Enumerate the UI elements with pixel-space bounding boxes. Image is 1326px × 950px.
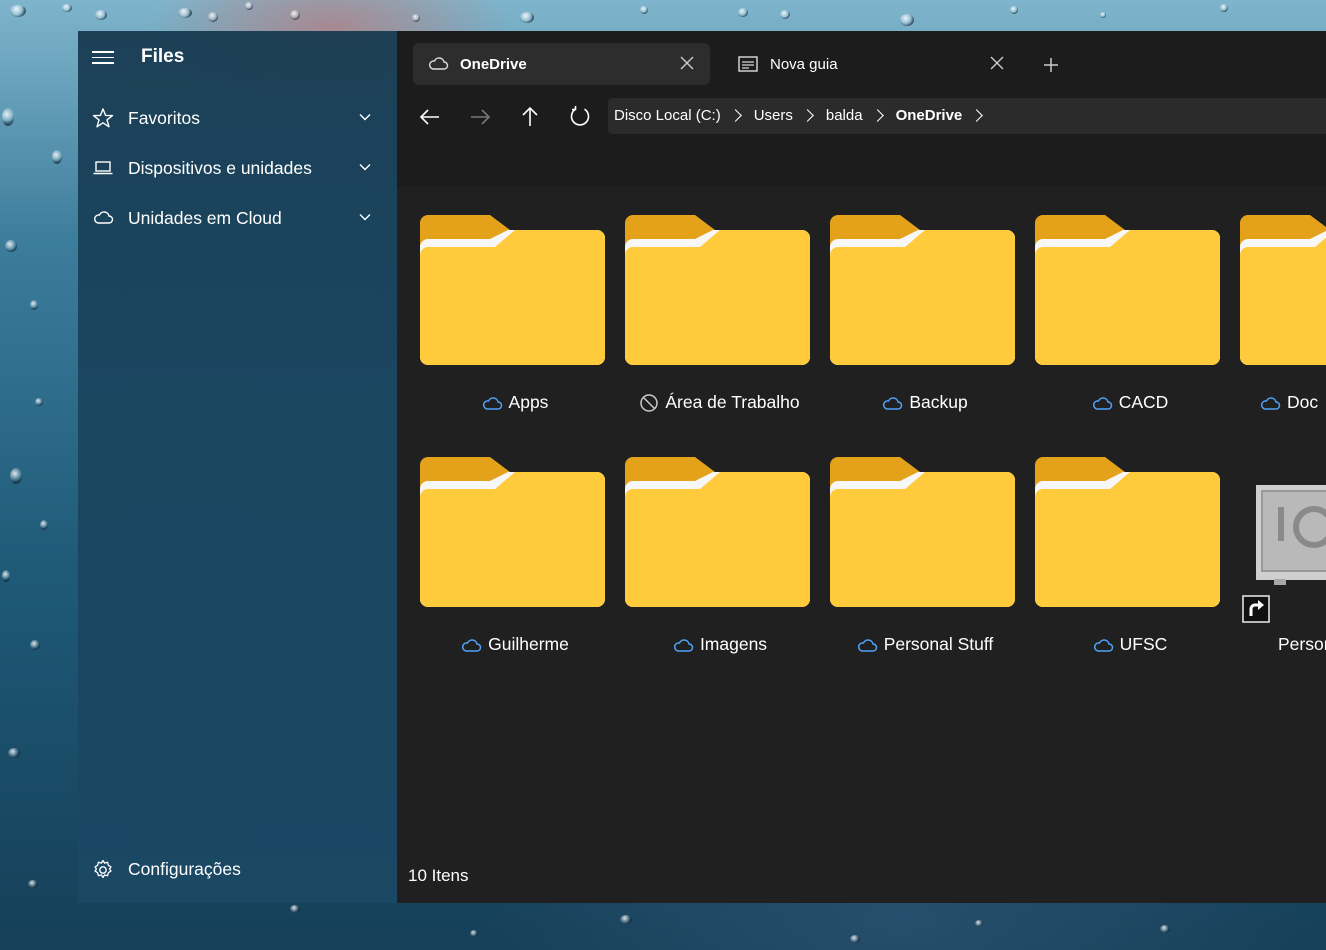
tab-onedrive[interactable]: OneDrive: [413, 43, 710, 85]
folder-item[interactable]: Área de Trabalho: [617, 215, 822, 445]
item-label: Guilherme: [412, 634, 617, 655]
item-label: Doc: [1259, 392, 1326, 413]
drive-icon: [737, 55, 759, 78]
close-tab-icon[interactable]: [680, 56, 694, 70]
folder-item[interactable]: Imagens: [617, 457, 822, 687]
item-name: Personal Stuff: [883, 634, 994, 654]
folder-item[interactable]: Guilherme: [412, 457, 617, 687]
breadcrumb-item[interactable]: Disco Local (C:): [614, 107, 721, 124]
chevron-right-icon[interactable]: [870, 109, 884, 122]
item-label: Persor: [1278, 634, 1326, 655]
sidebar-item-cloud[interactable]: Unidades em Cloud: [78, 196, 397, 240]
item-count: 10 Itens: [408, 866, 469, 885]
excluded-status-icon: [639, 393, 659, 413]
cloud-status-icon: [460, 637, 482, 653]
chevron-right-icon[interactable]: [728, 109, 742, 122]
item-label: Backup: [822, 392, 1027, 413]
tab-label: Nova guia: [770, 56, 838, 73]
chevron-right-icon[interactable]: [970, 109, 984, 122]
folder-icon: [1035, 215, 1220, 365]
sidebar: Files Favoritos Dispositivos e unidades …: [78, 31, 397, 903]
app-header: Files: [78, 31, 397, 86]
cloud-status-icon: [1259, 395, 1281, 411]
new-tab-icon[interactable]: [1042, 56, 1060, 74]
cloud-status-icon: [672, 637, 694, 653]
item-label: CACD: [1027, 392, 1232, 413]
item-label: UFSC: [1027, 634, 1232, 655]
folder-icon: [830, 215, 1015, 365]
cloud-status-icon: [856, 637, 878, 653]
tab-bar: OneDrive Nova guia: [397, 31, 1326, 95]
folder-icon: [420, 457, 605, 607]
main-window: OneDrive Nova guia Disco Local (C:) User…: [397, 31, 1326, 903]
item-label: Apps: [412, 392, 617, 413]
chevron-down-icon[interactable]: [359, 160, 371, 172]
shortcut-arrow-icon: [1242, 595, 1270, 623]
folder-icon: [625, 215, 810, 365]
folder-item[interactable]: UFSC: [1027, 457, 1232, 687]
file-grid: Apps Área de Trabalho Backup CACD Doc Gu…: [397, 187, 1326, 903]
cloud-status-icon: [1092, 637, 1114, 653]
settings-label: Configurações: [128, 859, 241, 879]
breadcrumb-item[interactable]: Users: [754, 107, 793, 124]
tab-label: OneDrive: [460, 56, 527, 73]
item-name: CACD: [1118, 392, 1169, 412]
folder-item[interactable]: CACD: [1027, 215, 1232, 445]
folder-item[interactable]: Apps: [412, 215, 617, 445]
tab-nova-guia[interactable]: Nova guia: [723, 43, 1020, 85]
item-name: Persor: [1278, 634, 1326, 654]
cloud-status-icon: [1091, 395, 1113, 411]
sidebar-item-dispositivos[interactable]: Dispositivos e unidades: [78, 146, 397, 190]
item-label: Área de Trabalho: [617, 392, 822, 413]
folder-icon: [625, 457, 810, 607]
chevron-down-icon[interactable]: [359, 110, 371, 122]
folder-item[interactable]: Doc: [1232, 215, 1326, 445]
gear-icon: [92, 859, 114, 886]
star-icon: [92, 108, 114, 128]
close-tab-icon[interactable]: [990, 56, 1004, 70]
item-name: Apps: [508, 392, 549, 412]
item-name: Imagens: [699, 634, 768, 654]
cloud-status-icon: [881, 395, 903, 411]
chevron-right-icon[interactable]: [801, 109, 814, 122]
back-arrow-icon[interactable]: [418, 105, 442, 129]
shortcut-item[interactable]: Persor: [1232, 457, 1326, 687]
folder-item[interactable]: Personal Stuff: [822, 457, 1027, 687]
folder-icon: [1240, 215, 1326, 365]
item-name: Backup: [909, 392, 968, 412]
item-name: Doc: [1287, 392, 1319, 412]
breadcrumb-item[interactable]: OneDrive: [896, 107, 963, 124]
item-name: Guilherme: [488, 634, 569, 654]
folder-icon: [830, 457, 1015, 607]
laptop-icon: [92, 158, 114, 178]
sidebar-item-label: Favoritos: [128, 108, 200, 128]
cloud-icon: [92, 208, 114, 228]
navigation-toolbar: Disco Local (C:) Users balda OneDrive: [397, 95, 1326, 141]
breadcrumb: Disco Local (C:) Users balda OneDrive: [614, 107, 995, 124]
item-label: Personal Stuff: [822, 634, 1027, 655]
cloud-icon: [427, 55, 449, 78]
sidebar-item-label: Dispositivos e unidades: [128, 158, 312, 178]
folder-icon: [1035, 457, 1220, 607]
cloud-status-icon: [481, 395, 503, 411]
item-name: UFSC: [1119, 634, 1168, 654]
folder-item[interactable]: Backup: [822, 215, 1027, 445]
vault-icon: [1256, 485, 1326, 585]
command-bar: [397, 141, 1326, 187]
breadcrumb-item[interactable]: balda: [826, 107, 863, 124]
item-name: Área de Trabalho: [665, 392, 800, 412]
settings-button[interactable]: Configurações: [78, 851, 397, 891]
chevron-down-icon[interactable]: [359, 210, 371, 222]
up-arrow-icon[interactable]: [518, 105, 542, 129]
sidebar-item-favoritos[interactable]: Favoritos: [78, 96, 397, 140]
refresh-icon[interactable]: [568, 105, 592, 129]
forward-arrow-icon[interactable]: [468, 105, 492, 129]
item-label: Imagens: [617, 634, 822, 655]
address-bar[interactable]: Disco Local (C:) Users balda OneDrive: [608, 98, 1326, 134]
folder-icon: [420, 215, 605, 365]
sidebar-item-label: Unidades em Cloud: [128, 208, 282, 228]
app-title: Files: [141, 46, 185, 67]
hamburger-menu-icon[interactable]: [92, 51, 114, 65]
